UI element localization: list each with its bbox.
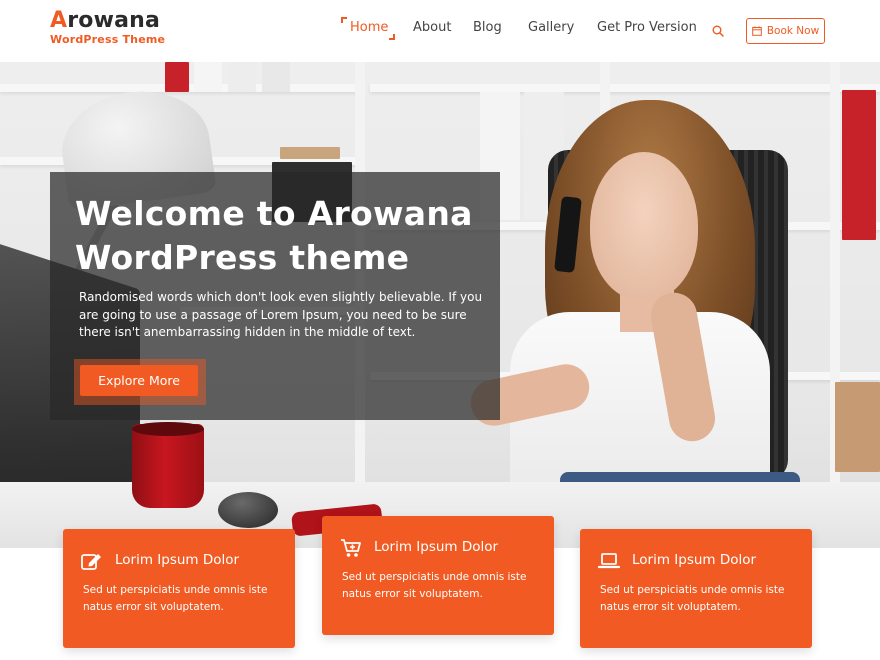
hero-caption: Welcome to Arowana WordPress theme Rando… bbox=[50, 172, 500, 420]
feature-card-2[interactable]: Lorim Ipsum Dolor Sed ut perspiciatis un… bbox=[322, 516, 554, 635]
active-bracket-bottom bbox=[389, 34, 396, 40]
logo-title: Arowana bbox=[50, 10, 165, 32]
active-bracket-top bbox=[341, 17, 347, 23]
feature-title: Lorim Ipsum Dolor bbox=[115, 552, 240, 568]
feature-card-3[interactable]: Lorim Ipsum Dolor Sed ut perspiciatis un… bbox=[580, 529, 812, 648]
explore-more-button[interactable]: Explore More bbox=[80, 365, 198, 396]
feature-title: Lorim Ipsum Dolor bbox=[632, 552, 757, 568]
feature-text: Sed ut perspiciatis unde omnis iste natu… bbox=[83, 584, 268, 613]
edit-icon bbox=[81, 554, 101, 570]
hero-title-line2: WordPress theme bbox=[75, 238, 410, 277]
laptop-icon bbox=[598, 553, 620, 569]
site-logo[interactable]: Arowana WordPress Theme bbox=[50, 10, 166, 46]
hero-title-line1: Welcome to Arowana bbox=[75, 194, 473, 233]
nav-item-gallery[interactable]: Gallery bbox=[528, 20, 574, 35]
logo-rest: rowana bbox=[67, 8, 161, 33]
book-now-button[interactable]: Book Now bbox=[746, 18, 825, 44]
logo-tagline: WordPress Theme bbox=[50, 33, 166, 46]
site-header: Arowana WordPress Theme Home About Blog … bbox=[0, 0, 880, 62]
nav-item-home[interactable]: Home bbox=[341, 17, 396, 40]
feature-text: Sed ut perspiciatis unde omnis iste natu… bbox=[342, 571, 527, 600]
nav-item-blog[interactable]: Blog bbox=[473, 20, 502, 35]
calendar-icon bbox=[752, 26, 762, 36]
nav-item-about[interactable]: About bbox=[413, 20, 451, 35]
logo-first-letter: A bbox=[50, 8, 68, 33]
nav-item-label: Home bbox=[350, 20, 389, 35]
hero-description: Randomised words which don't look even s… bbox=[79, 290, 483, 339]
feature-text: Sed ut perspiciatis unde omnis iste natu… bbox=[600, 584, 785, 613]
book-now-label: Book Now bbox=[766, 25, 820, 37]
search-icon[interactable] bbox=[712, 25, 724, 37]
nav-item-get-pro[interactable]: Get Pro Version bbox=[597, 20, 697, 35]
feature-card-1[interactable]: Lorim Ipsum Dolor Sed ut perspiciatis un… bbox=[63, 529, 295, 648]
cart-icon bbox=[341, 539, 361, 557]
hero-title: Welcome to Arowana WordPress theme bbox=[75, 192, 495, 280]
feature-title: Lorim Ipsum Dolor bbox=[374, 539, 499, 555]
